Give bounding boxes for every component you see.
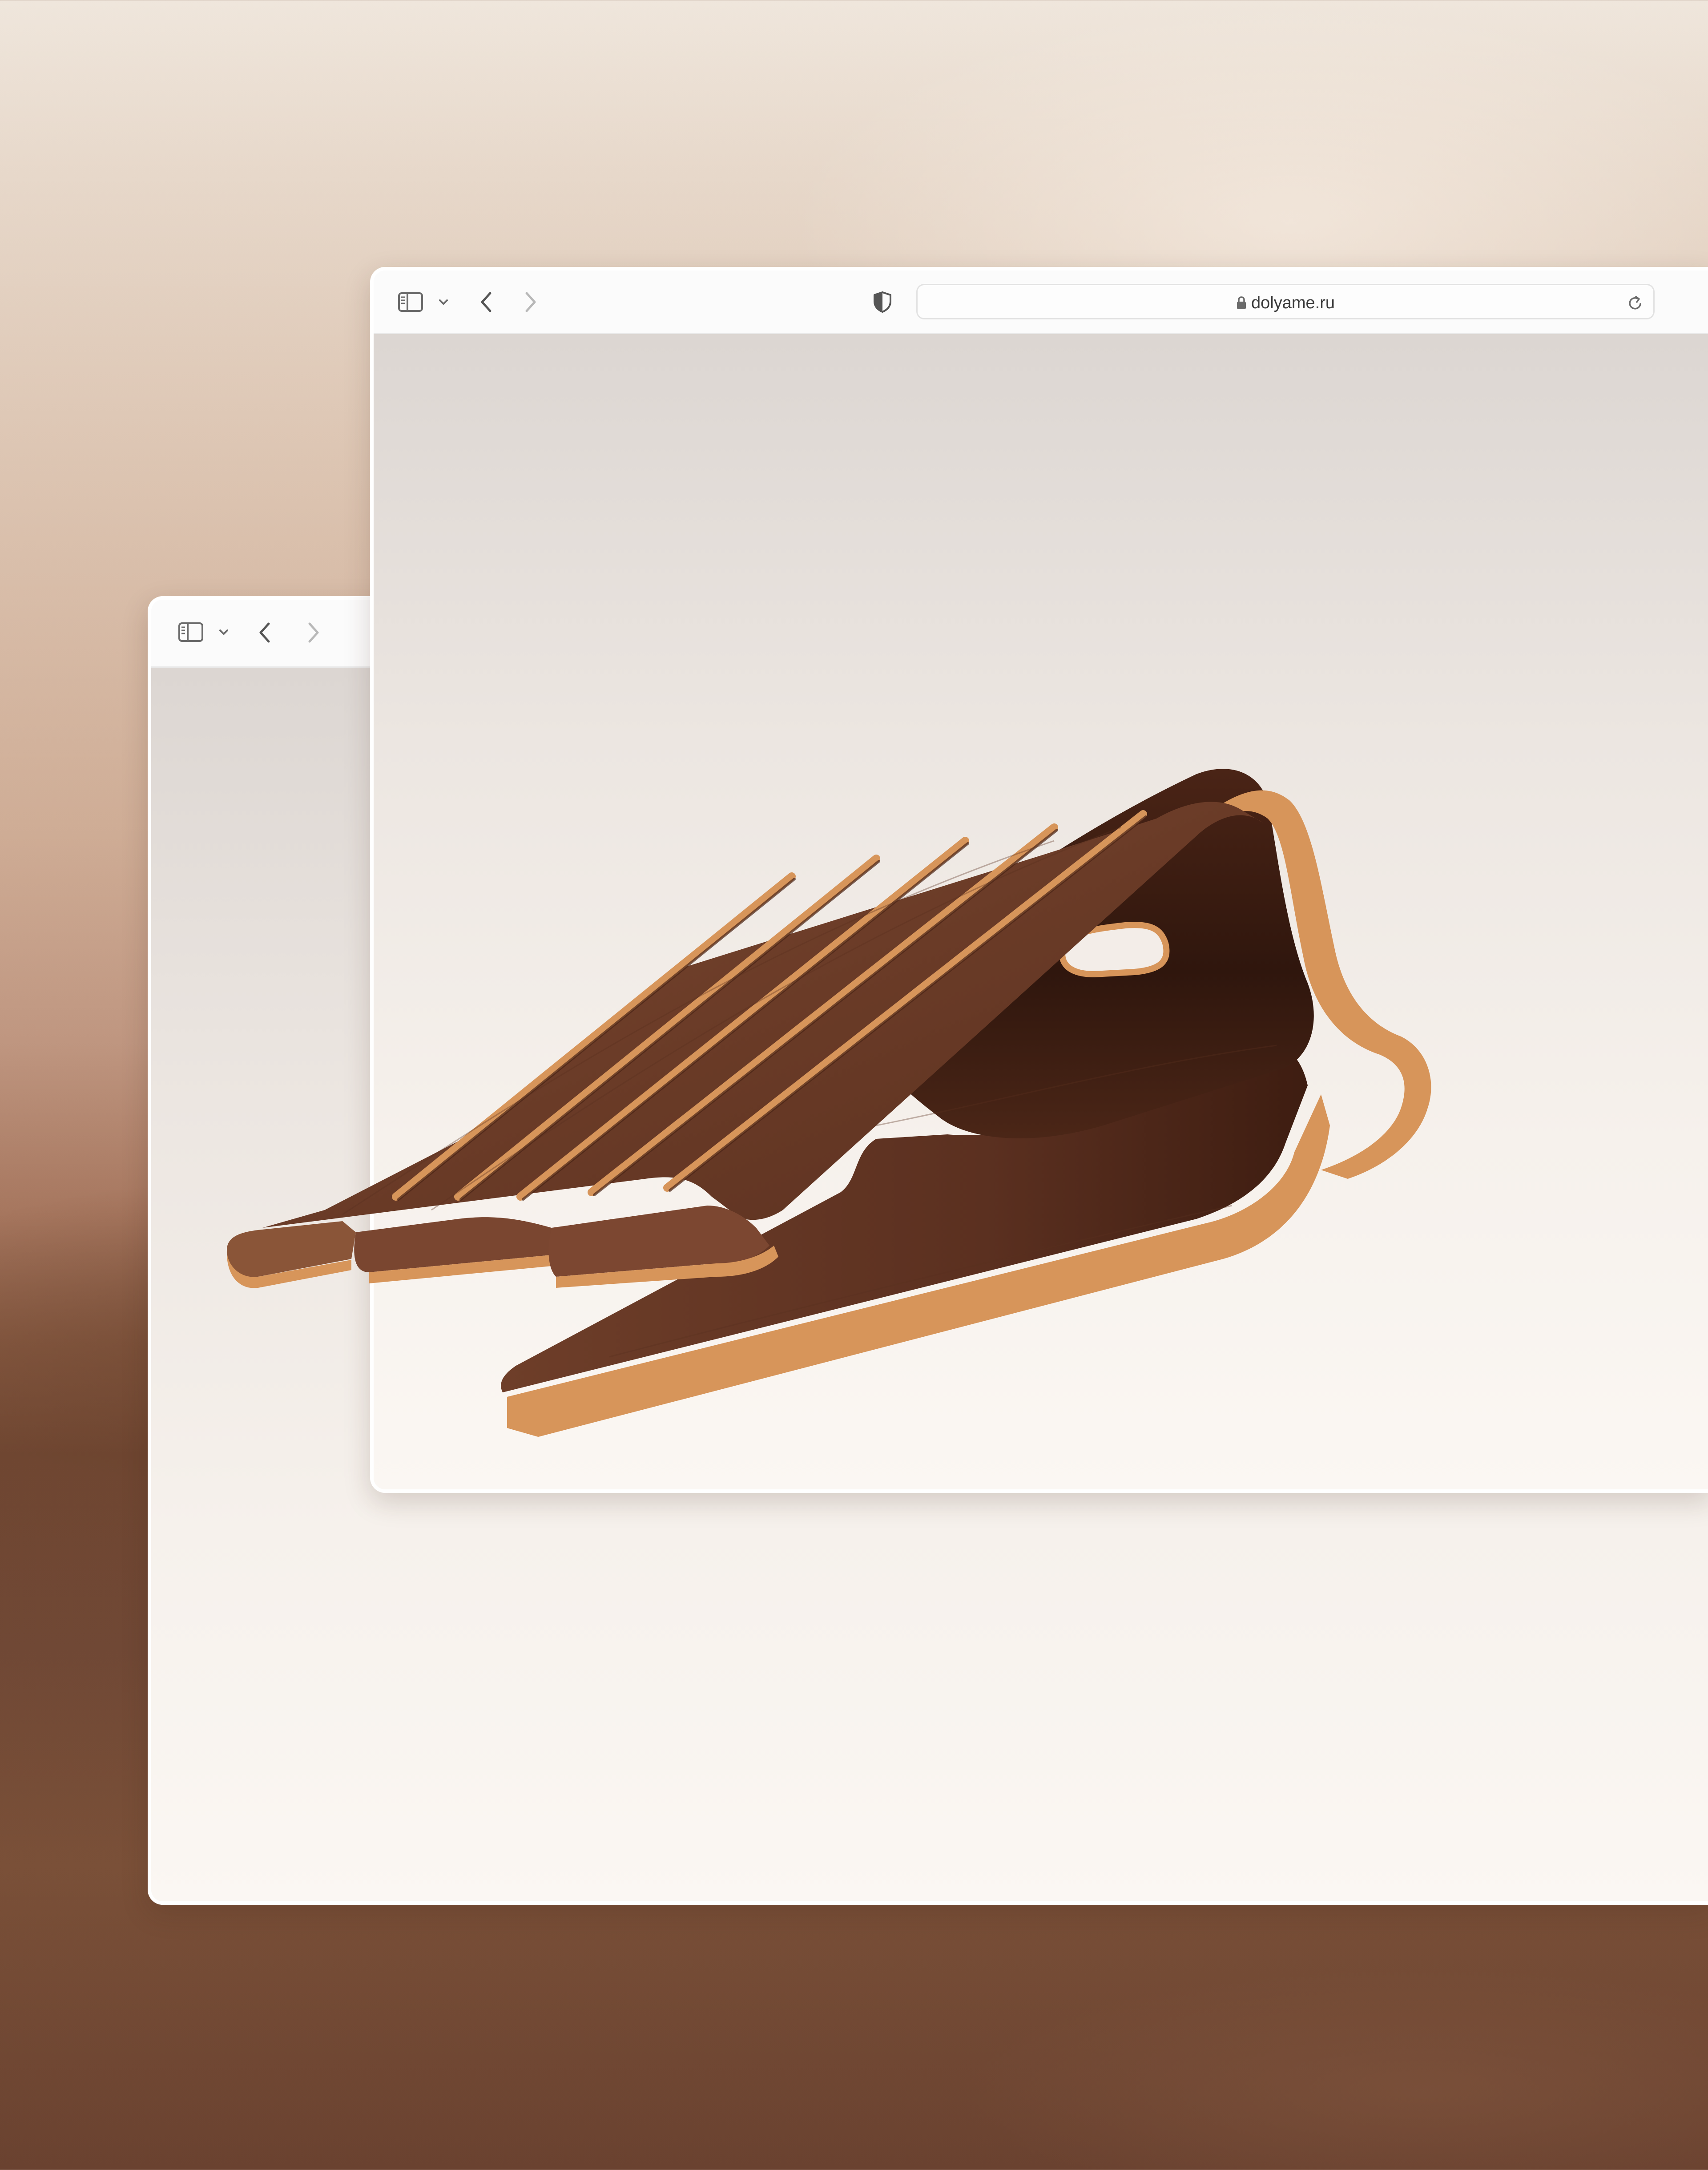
foreground-window-toolbar: dolyame.ru (374, 270, 1708, 334)
chevron-right-icon[interactable] (307, 622, 320, 643)
sidebar-icon[interactable] (398, 292, 423, 312)
chevron-right-icon[interactable] (524, 291, 537, 313)
laptop-stand-image (226, 769, 1431, 1437)
chevron-down-icon[interactable] (439, 299, 448, 305)
chevron-left-icon[interactable] (479, 291, 493, 313)
shield-icon[interactable] (873, 291, 892, 313)
chevron-down-icon[interactable] (219, 629, 229, 635)
address-bar-text: dolyame.ru (918, 294, 1653, 312)
address-bar[interactable]: dolyame.ru (916, 284, 1655, 319)
lock-icon (1237, 296, 1246, 309)
url: dolyame.ru (1251, 294, 1335, 312)
reload-icon[interactable] (1627, 294, 1644, 312)
chevron-left-icon[interactable] (258, 622, 271, 643)
sidebar-icon[interactable] (178, 622, 204, 642)
